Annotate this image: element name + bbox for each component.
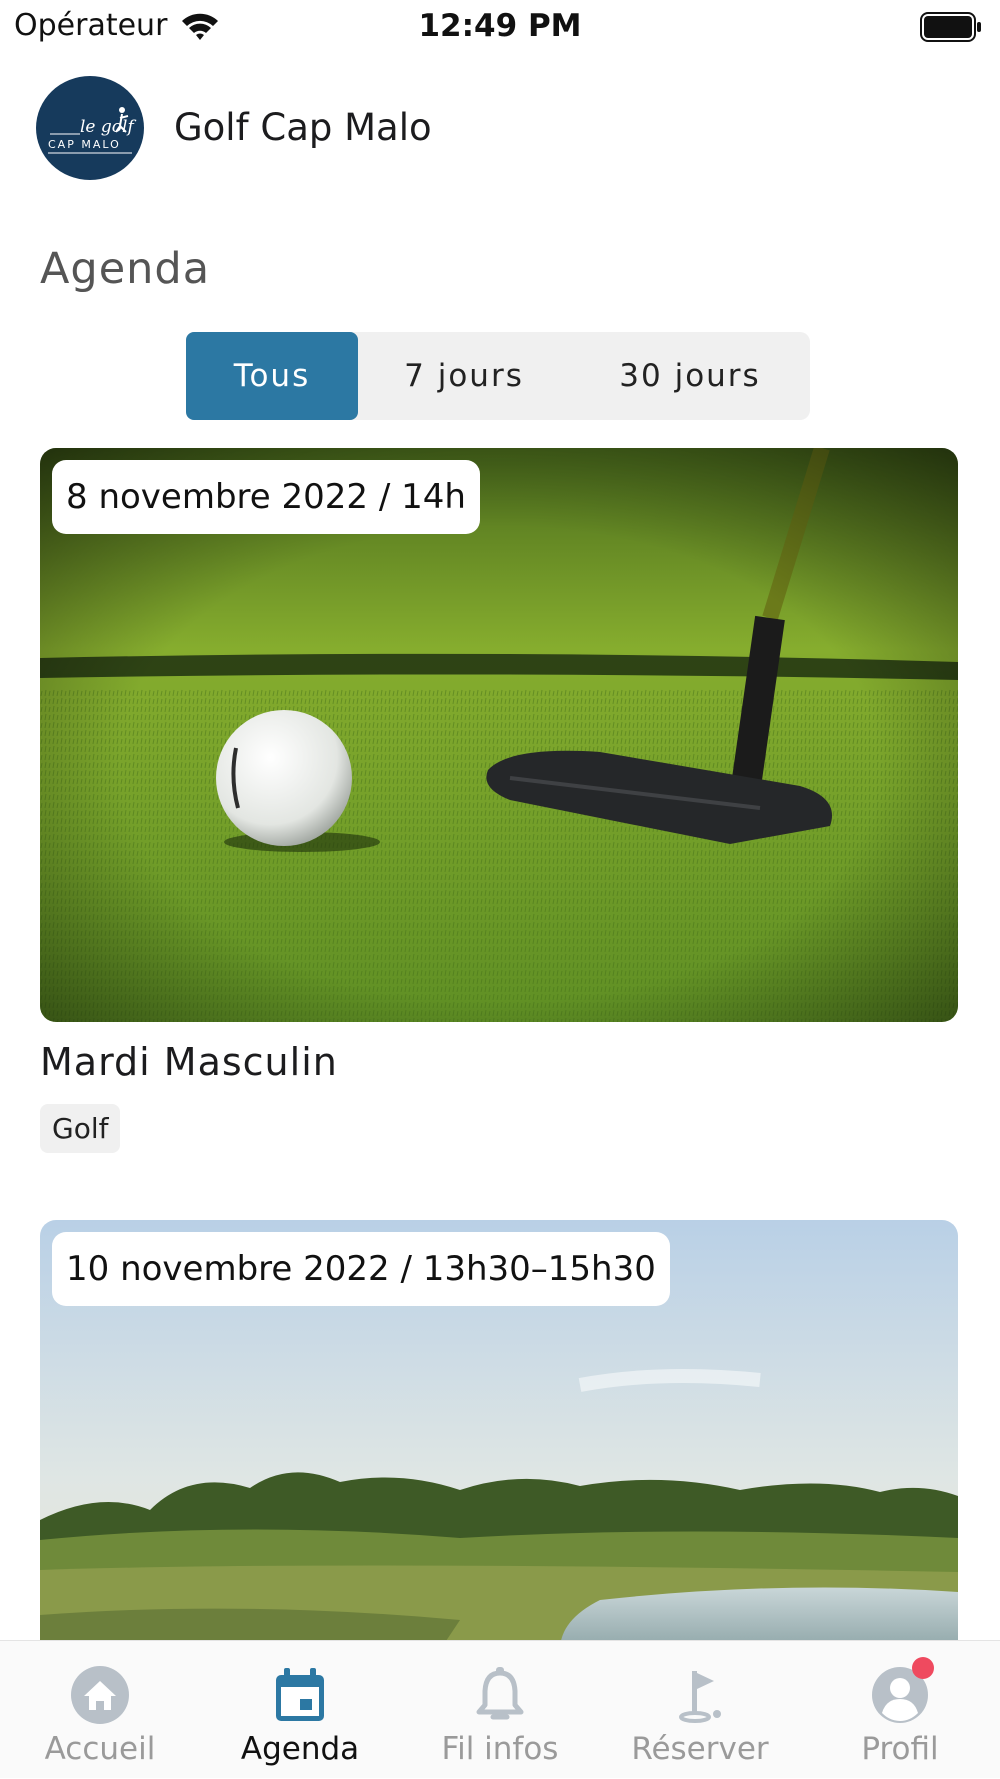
home-icon	[71, 1666, 129, 1724]
filter-7-jours[interactable]: 7 jours	[358, 332, 570, 420]
logo-text-top: le golf	[80, 117, 136, 137]
bottom-tab-bar: Accueil Agenda Fil infos Réserver Profil	[0, 1640, 1000, 1778]
logo-text-bottom: CAP MALO	[48, 138, 121, 151]
event-card[interactable]: 10 novembre 2022 / 13h30–15h30	[40, 1220, 958, 1650]
event-card[interactable]: 8 novembre 2022 / 14h Mardi Masculin Gol…	[40, 448, 958, 1153]
page-title: Agenda	[40, 244, 211, 294]
event-date-badge: 10 novembre 2022 / 13h30–15h30	[52, 1232, 670, 1306]
event-image-course[interactable]: 10 novembre 2022 / 13h30–15h30	[40, 1220, 958, 1650]
club-name: Golf Cap Malo	[174, 106, 432, 149]
golf-flag-icon	[679, 1671, 721, 1723]
event-date-badge: 8 novembre 2022 / 14h	[52, 460, 480, 534]
bell-icon	[476, 1667, 524, 1720]
event-image-golf-ball[interactable]: 8 novembre 2022 / 14h	[40, 448, 958, 1022]
golf-ball-putter-photo	[40, 448, 958, 1022]
tab-label: Réserver	[631, 1731, 769, 1767]
tab-label: Accueil	[44, 1731, 156, 1767]
tab-fil-infos[interactable]: Fil infos	[400, 1641, 600, 1779]
tab-agenda[interactable]: Agenda	[200, 1641, 400, 1779]
calendar-icon	[276, 1668, 324, 1721]
tab-profil[interactable]: Profil	[800, 1641, 1000, 1779]
event-tag: Golf	[40, 1104, 121, 1153]
club-header: le golf CAP MALO Golf Cap Malo	[36, 76, 966, 180]
period-filter: Tous 7 jours 30 jours	[186, 332, 810, 420]
club-logo[interactable]: le golf CAP MALO	[36, 76, 144, 180]
filter-30-jours[interactable]: 30 jours	[570, 332, 810, 420]
event-title: Mardi Masculin	[40, 1040, 338, 1084]
filter-tous[interactable]: Tous	[186, 332, 358, 420]
tab-label: Profil	[861, 1731, 939, 1767]
tab-label: Fil infos	[441, 1731, 559, 1767]
tab-accueil[interactable]: Accueil	[0, 1641, 200, 1779]
tab-reserver[interactable]: Réserver	[600, 1641, 800, 1779]
battery-icon	[920, 12, 981, 42]
tab-label: Agenda	[240, 1731, 360, 1767]
clock-time: 12:49 PM	[418, 8, 582, 44]
status-bar: Opérateur 12:49 PM	[0, 0, 1000, 56]
notification-dot	[912, 1657, 934, 1679]
